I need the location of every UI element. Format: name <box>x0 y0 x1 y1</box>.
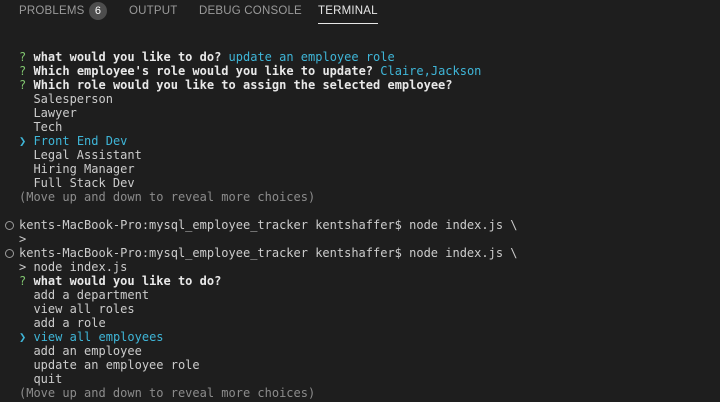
command-text: kents-MacBook-Pro:mysql_employee_tracker… <box>19 246 518 260</box>
shell-command-line: kents-MacBook-Pro:mysql_employee_tracker… <box>5 246 712 260</box>
menu-option[interactable]: Hiring Manager <box>19 162 712 176</box>
prompt-mark: ? <box>19 78 27 92</box>
menu-option[interactable]: update an employee role <box>19 358 712 372</box>
option-label: Lawyer <box>33 106 77 120</box>
hint-text: (Move up and down to reveal more choices… <box>19 190 316 204</box>
question-text: Which role would you like to assign the … <box>33 78 453 92</box>
terminal-line: ? Which employee's role would you like t… <box>19 64 712 78</box>
tab-output[interactable]: OUTPUT <box>129 0 177 22</box>
menu-option[interactable]: Salesperson <box>19 92 712 106</box>
command-decoration-icon[interactable] <box>5 221 14 230</box>
tab-debug-console[interactable]: DEBUG CONSOLE <box>199 0 302 22</box>
answer-text: Claire,Jackson <box>380 64 482 78</box>
option-label: Tech <box>33 120 63 134</box>
option-label: add a role <box>33 316 106 330</box>
option-label: add an employee <box>33 344 142 358</box>
option-label: Full Stack Dev <box>33 176 135 190</box>
terminal-line: ? what would you like to do? <box>19 274 712 288</box>
tab-problems[interactable]: PROBLEMS <box>19 0 85 22</box>
question-text: what would you like to do? <box>33 274 222 288</box>
continuation-line: > node index.js <box>19 260 128 274</box>
pointer-icon: ❯ <box>19 330 27 344</box>
tab-terminal[interactable]: TERMINAL <box>318 0 378 24</box>
menu-option[interactable]: add a department <box>19 288 712 302</box>
menu-option[interactable]: Full Stack Dev <box>19 176 712 190</box>
question-text: Which employee's role would you like to … <box>33 64 374 78</box>
option-label: view all employees <box>33 330 164 344</box>
shell-command-line: kents-MacBook-Pro:mysql_employee_tracker… <box>5 218 712 232</box>
problems-count-badge: 6 <box>89 2 107 20</box>
terminal-line: ? Which role would you like to assign th… <box>19 78 712 92</box>
option-label: add a department <box>33 288 150 302</box>
question-text: what would you like to do? <box>33 50 222 64</box>
terminal-output[interactable]: ? what would you like to do? update an e… <box>5 50 712 402</box>
menu-option[interactable]: Lawyer <box>19 106 712 120</box>
option-label: Legal Assistant <box>33 148 142 162</box>
prompt-mark: ? <box>19 274 27 288</box>
menu-option[interactable]: Legal Assistant <box>19 148 712 162</box>
option-label: update an employee role <box>33 358 200 372</box>
command-decoration-icon[interactable] <box>5 249 14 258</box>
menu-option[interactable]: quit <box>19 372 712 386</box>
panel-tab-bar: PROBLEMS 6 OUTPUT DEBUG CONSOLE TERMINAL <box>0 0 720 26</box>
option-label: Hiring Manager <box>33 162 135 176</box>
option-label: Front End Dev <box>33 134 128 148</box>
terminal-panel: PROBLEMS 6 OUTPUT DEBUG CONSOLE TERMINAL… <box>0 0 720 402</box>
hint-text: (Move up and down to reveal more choices… <box>19 386 316 400</box>
menu-option-selected[interactable]: ❯ view all employees <box>19 330 712 344</box>
terminal-line: ? what would you like to do? update an e… <box>19 50 712 64</box>
menu-option[interactable]: view all roles <box>19 302 712 316</box>
menu-option[interactable]: Tech <box>19 120 712 134</box>
prompt-mark: ? <box>19 64 27 78</box>
menu-option[interactable]: add an employee <box>19 344 712 358</box>
command-text: kents-MacBook-Pro:mysql_employee_tracker… <box>19 218 518 232</box>
option-label: view all roles <box>33 302 135 316</box>
option-label: quit <box>33 372 63 386</box>
answer-text: update an employee role <box>228 50 395 64</box>
continuation-line: > <box>19 232 27 246</box>
pointer-icon: ❯ <box>19 134 27 148</box>
menu-option-selected[interactable]: ❯ Front End Dev <box>19 134 712 148</box>
menu-option[interactable]: add a role <box>19 316 712 330</box>
prompt-mark: ? <box>19 50 27 64</box>
option-label: Salesperson <box>33 92 113 106</box>
